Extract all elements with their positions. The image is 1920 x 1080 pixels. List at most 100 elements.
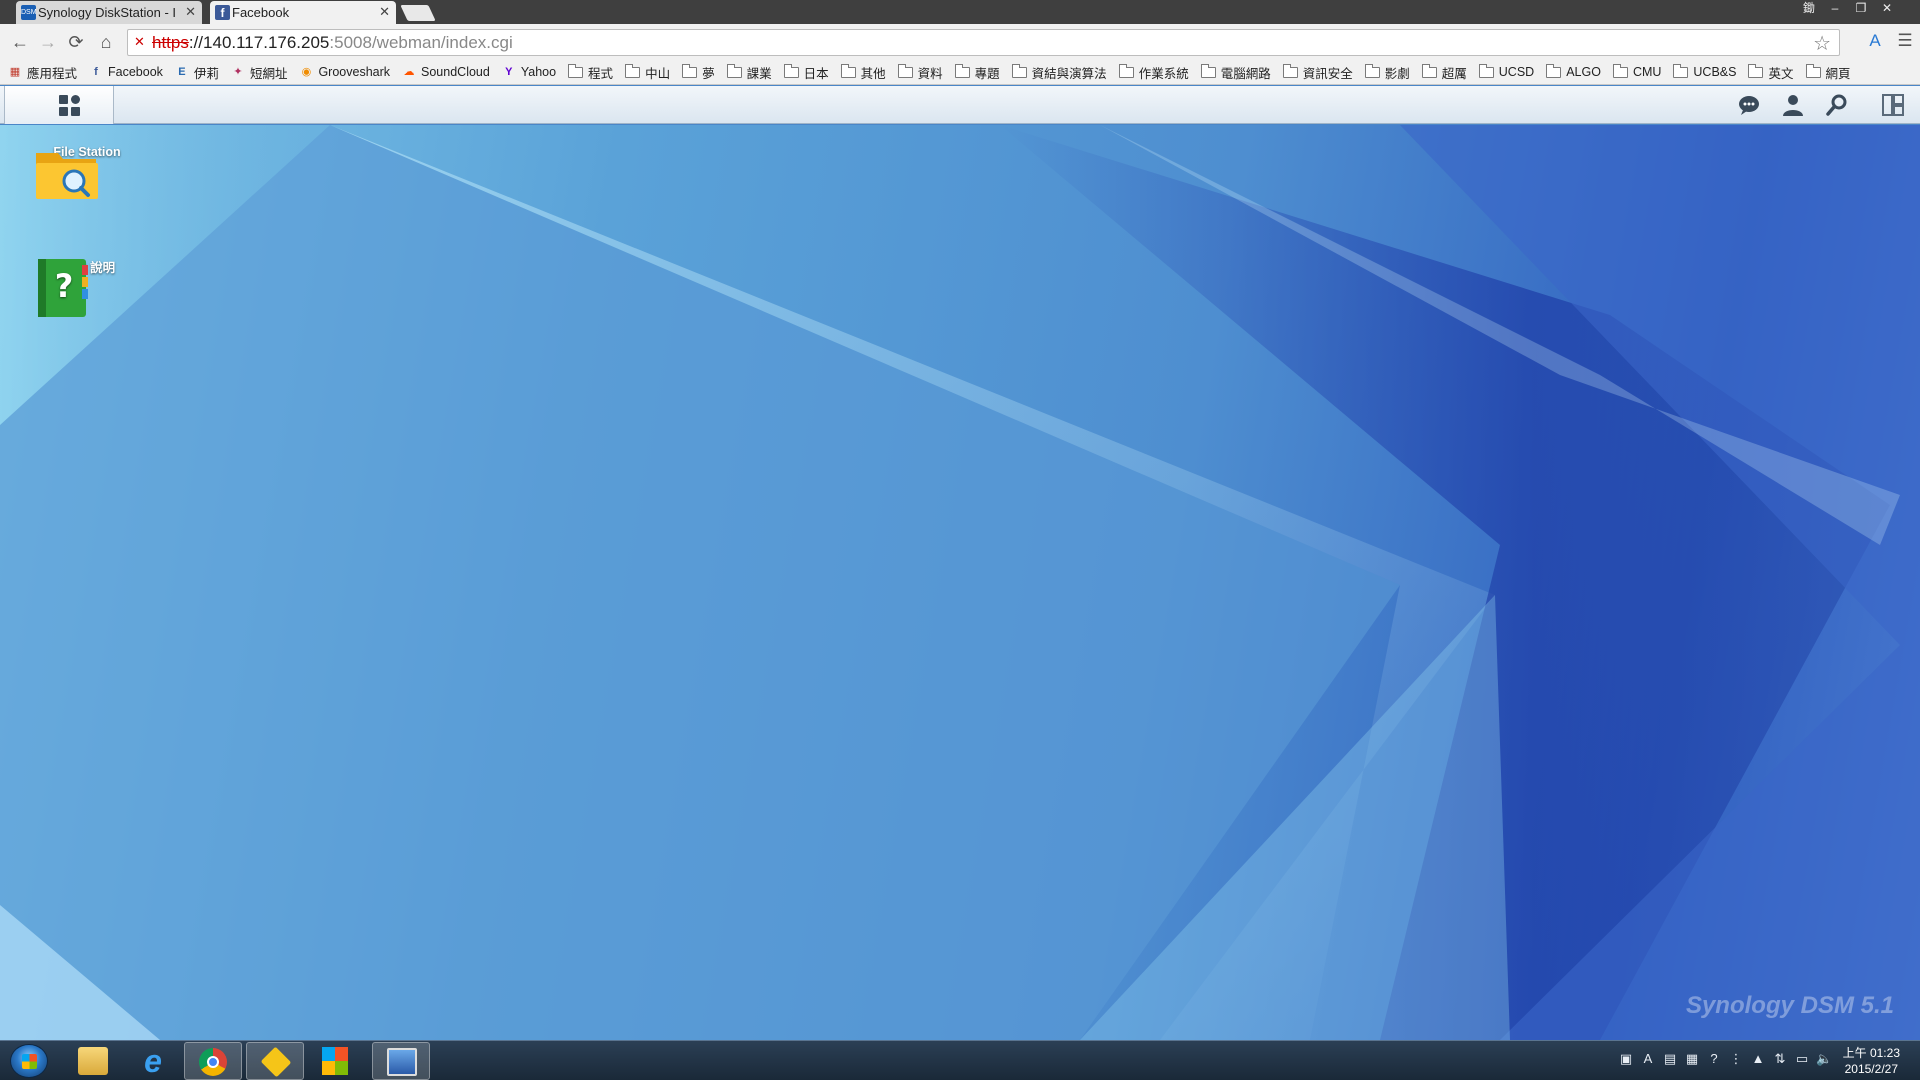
bookmark-item[interactable]: ✦ 短網址 bbox=[231, 63, 288, 82]
bookmark-item[interactable]: 網頁 bbox=[1805, 63, 1851, 82]
windows-app-taskbar-button[interactable] bbox=[308, 1042, 366, 1080]
close-tab-icon[interactable]: ✕ bbox=[379, 4, 390, 20]
bookmark-label: 超厲 bbox=[1441, 66, 1467, 81]
translate-icon[interactable]: A bbox=[1864, 31, 1886, 53]
bookmark-item[interactable]: 中山 bbox=[625, 63, 670, 82]
browser-tab-strip: DSM Synology DiskStation - I ✕ f Faceboo… bbox=[0, 0, 1920, 24]
ime-a-icon[interactable]: A bbox=[1640, 1051, 1656, 1069]
bookmark-item[interactable]: 課業 bbox=[726, 63, 772, 82]
bookmark-item[interactable]: 專題 bbox=[954, 63, 1000, 82]
file-station-icon bbox=[36, 153, 98, 199]
tray-window-icon[interactable]: ▤ bbox=[1662, 1051, 1678, 1069]
menu-icon[interactable]: ☰ bbox=[1894, 31, 1916, 53]
tray-grid-icon[interactable]: ▦ bbox=[1684, 1051, 1700, 1069]
apps-grid-icon: ▦ bbox=[9, 66, 21, 78]
bookmark-item[interactable]: ☁ SoundCloud bbox=[402, 65, 490, 79]
minimize-icon[interactable]: – bbox=[1822, 0, 1848, 18]
user-icon[interactable] bbox=[1780, 93, 1806, 119]
bookmark-item[interactable]: 夢 bbox=[682, 63, 715, 82]
taskbar-clock[interactable]: 上午 01:23 2015/2/27 bbox=[1843, 1045, 1900, 1077]
ie-taskbar-button[interactable]: e bbox=[124, 1042, 182, 1080]
network-share-icon[interactable]: ⇅ bbox=[1772, 1051, 1788, 1069]
bookmark-item[interactable]: 影劇 bbox=[1364, 63, 1410, 82]
tray-app-icon[interactable]: ▣ bbox=[1618, 1051, 1634, 1069]
back-arrow-icon[interactable]: ← bbox=[8, 30, 32, 54]
notification-chat-icon[interactable] bbox=[1736, 93, 1762, 119]
remote-desktop-taskbar-button[interactable] bbox=[372, 1042, 430, 1080]
bookmark-item[interactable]: E 伊莉 bbox=[175, 63, 219, 82]
ime-indicator[interactable]: 鋤 bbox=[1796, 0, 1822, 18]
bookmark-star-icon[interactable]: ☆ bbox=[1813, 31, 1831, 56]
bookmark-item[interactable]: ◉ Grooveshark bbox=[299, 65, 390, 79]
bookmark-item[interactable]: 日本 bbox=[783, 63, 829, 82]
bookmark-item[interactable]: f Facebook bbox=[89, 65, 163, 79]
search-icon[interactable] bbox=[1824, 93, 1850, 119]
computer-icon bbox=[387, 1048, 417, 1076]
close-tab-icon[interactable]: ✕ bbox=[185, 4, 196, 20]
bookmark-label: Grooveshark bbox=[318, 65, 391, 79]
bookmark-label: 程式 bbox=[588, 66, 614, 81]
system-tray: ▣ A ▤ ▦ ? ⋮ ▲ ⇅ ▭ 🔈 bbox=[1618, 1051, 1832, 1069]
show-hidden-icons[interactable]: ▲ bbox=[1750, 1051, 1766, 1069]
home-icon[interactable]: ⌂ bbox=[94, 30, 118, 54]
tab-synology-diskstation[interactable]: DSM Synology DiskStation - I ✕ bbox=[16, 1, 202, 24]
bookmark-label: Yahoo bbox=[520, 65, 557, 79]
app-taskbar-button[interactable] bbox=[246, 1042, 304, 1080]
folder-icon bbox=[1011, 63, 1027, 78]
folder-icon bbox=[954, 63, 970, 78]
bookmark-item[interactable]: CMU bbox=[1612, 63, 1662, 79]
tray-settings-icon[interactable]: ⋮ bbox=[1728, 1051, 1744, 1069]
yellow-app-icon bbox=[260, 1046, 292, 1078]
folder-icon bbox=[1364, 63, 1380, 78]
bookmark-item[interactable]: ▦ 應用程式 bbox=[8, 63, 77, 82]
reload-icon[interactable]: ⟳ bbox=[64, 30, 88, 54]
network-icon[interactable]: ▭ bbox=[1794, 1051, 1810, 1069]
bookmark-item[interactable]: 超厲 bbox=[1421, 63, 1467, 82]
address-bar[interactable]: ✕ https://140.117.176.205:5008/webman/in… bbox=[127, 29, 1840, 56]
bookmark-item[interactable]: UCB&S bbox=[1673, 63, 1736, 79]
bookmark-label: 資結與演算法 bbox=[1031, 66, 1107, 81]
browser-toolbar: ← → ⟳ ⌂ ✕ https://140.117.176.205:5008/w… bbox=[0, 24, 1920, 60]
bookmark-label: CMU bbox=[1632, 65, 1662, 79]
people-icon: ✦ bbox=[233, 66, 243, 78]
bookmark-item[interactable]: 資結與演算法 bbox=[1011, 63, 1107, 82]
bookmark-item[interactable]: UCSD bbox=[1478, 63, 1534, 79]
bookmark-item[interactable]: 程式 bbox=[568, 63, 613, 82]
internet-explorer-icon: e bbox=[144, 1043, 162, 1079]
forward-arrow-icon[interactable]: → bbox=[36, 30, 60, 54]
close-window-icon[interactable]: ✕ bbox=[1874, 0, 1900, 18]
broken-lock-icon[interactable]: ✕ bbox=[134, 34, 150, 50]
bookmark-label: 電腦網路 bbox=[1220, 66, 1271, 81]
chrome-taskbar-button[interactable] bbox=[184, 1042, 242, 1080]
help-icon[interactable]: ? bbox=[1706, 1051, 1722, 1069]
main-menu-button[interactable] bbox=[4, 86, 114, 124]
file-station-shortcut[interactable]: File Station bbox=[32, 145, 142, 199]
bookmark-item[interactable]: ALGO bbox=[1546, 63, 1601, 79]
bookmark-item[interactable]: 英文 bbox=[1748, 63, 1794, 82]
tab-facebook[interactable]: f Facebook ✕ bbox=[210, 1, 396, 24]
bookmark-item[interactable]: 作業系統 bbox=[1118, 63, 1189, 82]
bookmark-label: 日本 bbox=[803, 66, 829, 81]
volume-icon[interactable]: 🔈 bbox=[1816, 1051, 1832, 1069]
folder-icon bbox=[1118, 63, 1134, 78]
start-button[interactable] bbox=[10, 1044, 48, 1078]
folder-icon bbox=[1805, 63, 1821, 78]
restore-icon[interactable]: ❐ bbox=[1848, 0, 1874, 18]
folder-icon bbox=[78, 1047, 108, 1075]
bookmark-item[interactable]: 電腦網路 bbox=[1200, 63, 1271, 82]
explorer-taskbar-button[interactable] bbox=[64, 1042, 122, 1080]
bookmark-label: 應用程式 bbox=[27, 66, 78, 81]
dsm-help-shortcut[interactable]: ? DSM 說明 bbox=[32, 257, 142, 317]
bookmark-item[interactable]: 資料 bbox=[897, 63, 943, 82]
new-tab-button[interactable] bbox=[400, 5, 436, 21]
bookmark-item[interactable]: Y Yahoo bbox=[502, 65, 556, 79]
bookmark-item[interactable]: 其他 bbox=[840, 63, 886, 82]
widgets-icon[interactable] bbox=[1880, 93, 1906, 119]
folder-icon bbox=[682, 63, 698, 78]
bookmark-label: 夢 bbox=[702, 66, 715, 81]
bookmark-label: 課業 bbox=[746, 66, 772, 81]
dsm-desktop[interactable]: File Station ? DSM 說明 Synology DSM 5.1 bbox=[0, 125, 1920, 1040]
bookmark-label: 短網址 bbox=[249, 66, 288, 81]
clock-date: 2015/2/27 bbox=[1844, 1062, 1898, 1076]
bookmark-item[interactable]: 資訊安全 bbox=[1282, 63, 1353, 82]
